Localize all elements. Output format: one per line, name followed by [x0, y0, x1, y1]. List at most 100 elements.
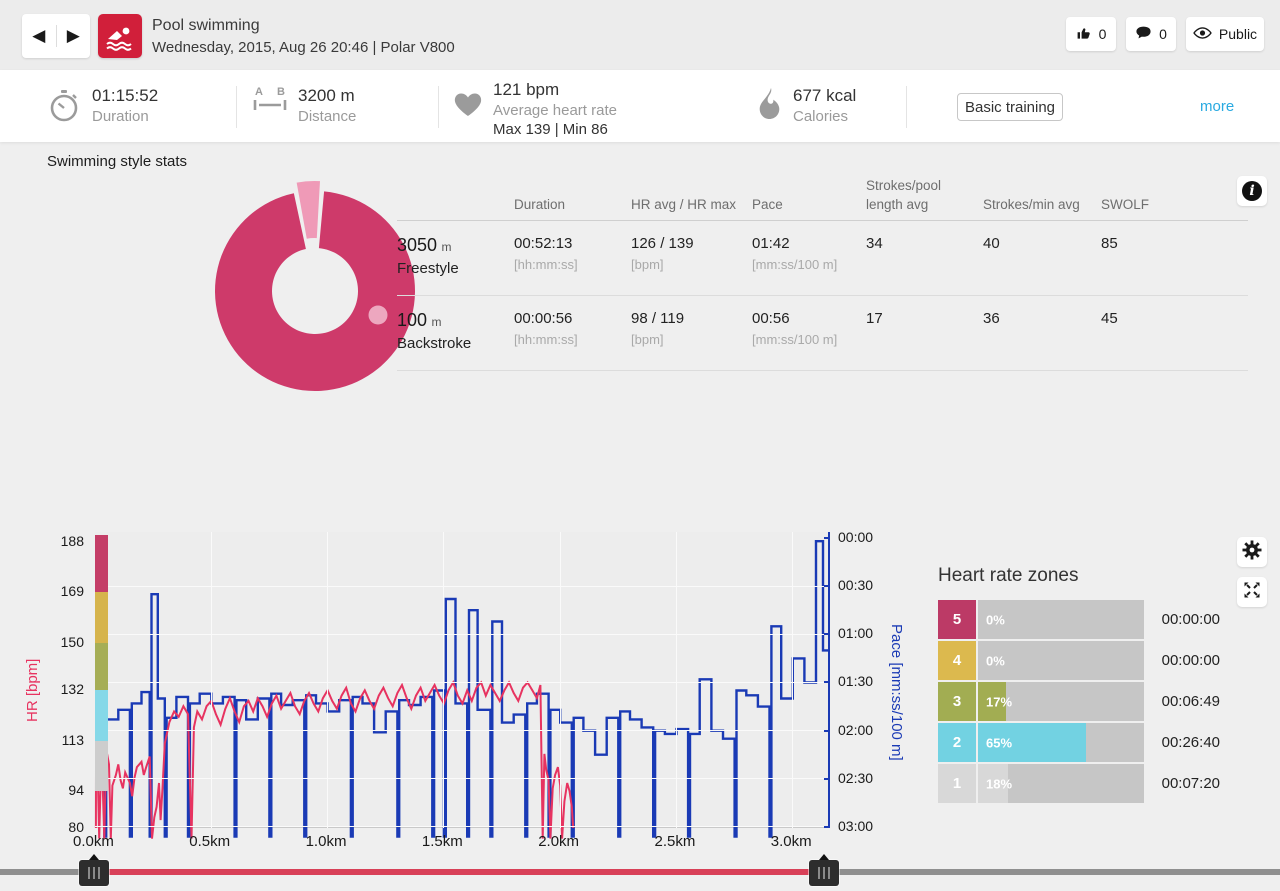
chart-range-slider[interactable] [0, 852, 1280, 891]
distance-tick-label: 2.0km [538, 833, 579, 850]
distance-summary: AB 3200 m Distance [252, 86, 356, 125]
zone-bar: 65% [978, 723, 1144, 762]
visibility-button[interactable]: Public [1186, 17, 1264, 51]
comment-button[interactable]: 0 [1126, 17, 1176, 51]
distance-tick-label: 3.0km [771, 833, 812, 850]
calories-value: 677 kcal [793, 86, 856, 106]
swim-table-column-header: Strokes/poollength avg [866, 176, 983, 220]
page-title: Pool swimming [152, 17, 455, 35]
swim-table-cell: 36 [983, 310, 1101, 352]
hr-zone-band-segment [95, 592, 108, 642]
gridline-h [95, 586, 830, 587]
divider [438, 86, 439, 128]
duration-value: 01:15:52 [92, 86, 158, 106]
session-datetime: Wednesday, 2015, Aug 26 20:46 | Polar V8… [152, 39, 455, 56]
zone-bar: 17% [978, 682, 1144, 721]
session-nav: ◀ ▶ [22, 14, 90, 58]
gear-icon [1242, 540, 1262, 565]
avg-hr-label: Average heart rate [493, 102, 617, 119]
thumbs-up-icon [1076, 25, 1092, 44]
hr-zone-row: 50%00:00:00 [938, 600, 1220, 639]
slider-handle-right[interactable] [809, 860, 839, 886]
hr-zone-row: 317%00:06:49 [938, 682, 1220, 721]
style-distance-cell: 100 mBackstroke [397, 310, 514, 352]
swim-table-column-header: SWOLF [1101, 176, 1248, 220]
top-header: ◀ ▶ Pool swimming Wednesday, 2015, Aug 2… [0, 0, 1280, 70]
expand-arrows-icon [1243, 581, 1261, 604]
hr-pace-chart[interactable]: HR [bpm] Pace [mm:ss/100 m] 00:0000:3001… [0, 520, 935, 870]
swim-table-row: 100 mBackstroke00:00:56[hh:mm:ss]98 / 11… [397, 296, 1248, 371]
swim-table-cell: 85 [1101, 235, 1248, 277]
calories-label: Calories [793, 108, 856, 125]
chart-settings-button[interactable] [1237, 537, 1267, 567]
visibility-label: Public [1219, 26, 1257, 42]
column-header-line2: SWOLF [1101, 195, 1248, 214]
next-session-arrow-icon[interactable]: ▶ [57, 14, 91, 58]
swim-table-cell: 98 / 119[bpm] [631, 310, 752, 352]
like-button[interactable]: 0 [1066, 17, 1116, 51]
distance-tick-label: 0.5km [189, 833, 230, 850]
pace-tick-mark [824, 585, 830, 587]
pace-tick-mark [824, 826, 830, 828]
column-header-line2: Pace [752, 195, 866, 214]
distance-tick-label: 2.5km [654, 833, 695, 850]
swim-table-cell: 17 [866, 310, 983, 352]
hr-tick-label: 113 [34, 732, 84, 748]
duration-summary: 01:15:52 Duration [48, 86, 158, 128]
hr-zone-band-segment [95, 643, 108, 691]
gridline-v [792, 532, 793, 828]
divider [236, 86, 237, 128]
swim-style-donut-chart[interactable] [205, 181, 425, 401]
gridline-v [327, 532, 328, 828]
swim-stats-heading: Swimming style stats [47, 153, 187, 170]
pace-tick-label: 02:30 [838, 770, 873, 786]
style-distance: 3050 [397, 235, 437, 255]
stopwatch-icon [48, 89, 80, 128]
fullscreen-button[interactable] [1237, 577, 1267, 607]
style-distance-cell: 3050 mFreestyle [397, 235, 514, 277]
swim-table-header-row: DurationHR avg / HR maxPaceStrokes/pooll… [397, 176, 1248, 221]
comment-count: 0 [1159, 26, 1167, 42]
like-count: 0 [1099, 26, 1107, 42]
hr-zone-row: 118%00:07:20 [938, 764, 1220, 803]
slider-handle-left[interactable] [79, 860, 109, 886]
swim-table-cell: 00:52:13[hh:mm:ss] [514, 235, 631, 277]
divider [906, 86, 907, 128]
zone-number: 1 [938, 764, 976, 803]
flame-icon [758, 88, 782, 125]
gridline-h [95, 682, 830, 683]
heart-rate-zones-panel: Heart rate zones 50%00:00:0040%00:00:003… [938, 565, 1220, 805]
training-type-button[interactable]: Basic training [957, 93, 1063, 121]
column-header-line2: Strokes/min avg [983, 195, 1101, 214]
swim-table-column-header [397, 176, 514, 220]
zone-percent-label: 17% [986, 694, 1012, 709]
zone-number: 2 [938, 723, 976, 762]
donut-marker-dot [369, 306, 388, 325]
hr-tick-label: 169 [34, 583, 84, 599]
hr-minmax: Max 139 | Min 86 [493, 121, 617, 138]
zone-bar: 0% [978, 641, 1144, 680]
gridline-h [95, 778, 830, 779]
pace-tick-mark [824, 730, 830, 732]
swim-table-cell: 00:56[mm:ss/100 m] [752, 310, 866, 352]
more-link[interactable]: more [1200, 98, 1234, 115]
pace-axis-title: Pace [mm:ss/100 m] [888, 592, 905, 792]
swim-table-cell: 45 [1101, 310, 1248, 352]
zone-percent-label: 65% [986, 735, 1012, 750]
hr-zone-band-segment [95, 741, 108, 791]
prev-session-arrow-icon[interactable]: ◀ [22, 14, 56, 58]
hr-tick-label: 94 [34, 782, 84, 798]
pace-tick-label: 00:30 [838, 577, 873, 593]
gridline-v [211, 532, 212, 828]
hr-zone-row: 40%00:00:00 [938, 641, 1220, 680]
pace-tick-label: 03:00 [838, 818, 873, 834]
chart-plot-area[interactable] [95, 532, 830, 828]
comment-bubble-icon [1135, 25, 1152, 43]
avg-hr-value: 121 bpm [493, 80, 617, 100]
distance-tick-label: 1.5km [422, 833, 463, 850]
gridline-h [95, 826, 830, 827]
hr-zone-band-segment [95, 535, 108, 592]
zone-time-label: 00:06:49 [1162, 693, 1220, 710]
swim-table-cell: 00:00:56[hh:mm:ss] [514, 310, 631, 352]
swim-table-cell: 40 [983, 235, 1101, 277]
